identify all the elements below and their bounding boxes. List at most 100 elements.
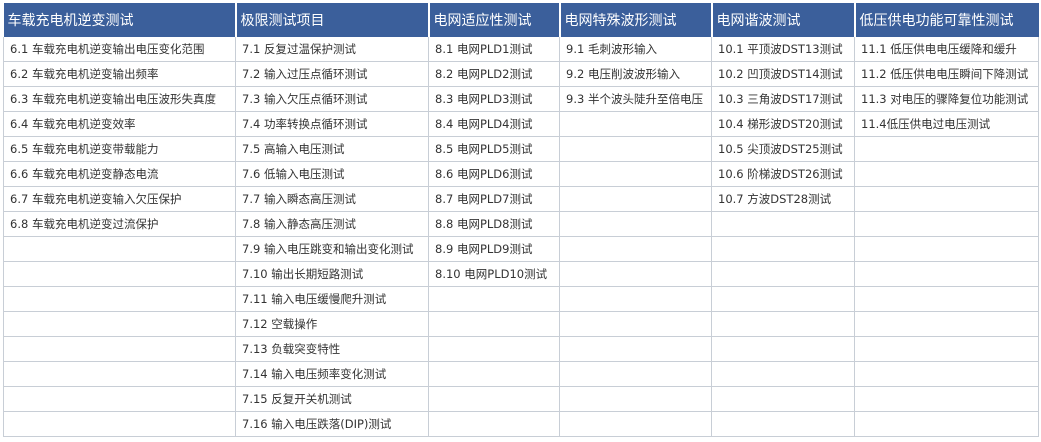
table-cell-col-special-wave [559, 211, 712, 237]
table-cell-col-inverter: 6.4 车载充电机逆变效率 [3, 111, 236, 137]
table-cell-col-harmonic [711, 411, 855, 437]
table-cell-col-low-voltage [854, 411, 1039, 437]
table-cell-col-special-wave: 9.2 电压削波波形输入 [559, 61, 712, 87]
table-cell-col-inverter [3, 411, 236, 437]
table-cell-col-harmonic: 10.4 梯形波DST20测试 [711, 111, 855, 137]
table-cell-col-limit: 7.9 输入电压跳变和输出变化测试 [235, 236, 429, 262]
table-cell-col-special-wave [559, 261, 712, 287]
header-inverter-test: 车载充电机逆变测试 [3, 3, 237, 37]
table-cell-col-limit: 7.14 输入电压频率变化测试 [235, 361, 429, 387]
table-cell-col-inverter [3, 361, 236, 387]
table-cell-col-inverter [3, 261, 236, 287]
table-cell-col-low-voltage: 11.2 低压供电电压瞬间下降测试 [854, 61, 1039, 87]
table-cell-col-harmonic: 10.3 三角波DST17测试 [711, 86, 855, 112]
header-grid-harmonic: 电网谐波测试 [711, 3, 856, 37]
table-row: 6.3 车载充电机逆变输出电压波形失真度 7.3 输入欠压点循环测试 8.3 电网P… [3, 86, 1039, 112]
table-cell-col-inverter [3, 236, 236, 262]
table-cell-col-limit: 7.1 反复过温保护测试 [235, 37, 429, 62]
table-cell-col-limit: 7.10 输出长期短路测试 [235, 261, 429, 287]
table-cell-col-inverter: 6.3 车载充电机逆变输出电压波形失真度 [3, 86, 236, 112]
table-row: 7.11 输入电压缓慢爬升测试 [3, 286, 1039, 312]
table-cell-col-low-voltage: 11.3 对电压的骤降复位功能测试 [854, 86, 1039, 112]
table-row: 7.14 输入电压频率变化测试 [3, 361, 1039, 387]
table-cell-col-harmonic [711, 236, 855, 262]
header-grid-adaptability: 电网适应性测试 [428, 3, 561, 37]
table-cell-col-inverter [3, 336, 236, 362]
table-cell-col-grid-adapt [428, 411, 560, 437]
table-cell-col-grid-adapt: 8.9 电网PLD9测试 [428, 236, 560, 262]
table-cell-col-inverter: 6.1 车载充电机逆变输出电压变化范围 [3, 37, 236, 62]
table-cell-col-special-wave [559, 336, 712, 362]
table-row: 6.6 车载充电机逆变静态电流 7.6 低输入电压测试 8.6 电网PLD6测试 10… [3, 161, 1039, 187]
table-cell-col-low-voltage [854, 211, 1039, 237]
table-row: 7.16 输入电压跌落(DIP)测试 [3, 411, 1039, 437]
table-cell-col-grid-adapt: 8.2 电网PLD2测试 [428, 61, 560, 87]
header-limit-test: 极限测试项目 [235, 3, 430, 37]
table-cell-col-harmonic [711, 311, 855, 337]
table-cell-col-harmonic: 10.6 阶梯波DST26测试 [711, 161, 855, 187]
table-cell-col-grid-adapt: 8.6 电网PLD6测试 [428, 161, 560, 187]
table-cell-col-special-wave [559, 411, 712, 437]
table-cell-col-grid-adapt: 8.3 电网PLD3测试 [428, 86, 560, 112]
table-cell-col-limit: 7.6 低输入电压测试 [235, 161, 429, 187]
table-cell-col-special-wave [559, 361, 712, 387]
table-row: 7.13 负载突变特性 [3, 336, 1039, 362]
table-cell-col-limit: 7.12 空载操作 [235, 311, 429, 337]
table-cell-col-low-voltage [854, 286, 1039, 312]
table-cell-col-limit: 7.3 输入欠压点循环测试 [235, 86, 429, 112]
table-cell-col-harmonic: 10.1 平顶波DST13测试 [711, 37, 855, 62]
table-cell-col-harmonic [711, 211, 855, 237]
table-row: 6.5 车载充电机逆变带载能力 7.5 高输入电压测试 8.5 电网PLD5测试 10… [3, 136, 1039, 162]
table-cell-col-special-wave: 9.3 半个波头陡升至倍电压 [559, 86, 712, 112]
table-cell-col-special-wave: 9.1 毛刺波形输入 [559, 37, 712, 62]
table-cell-col-harmonic: 10.2 凹顶波DST14测试 [711, 61, 855, 87]
table-cell-col-inverter: 6.2 车载充电机逆变输出频率 [3, 61, 236, 87]
header-grid-special-waveform: 电网特殊波形测试 [559, 3, 713, 37]
table-cell-col-special-wave [559, 311, 712, 337]
table-cell-col-inverter [3, 386, 236, 412]
table-cell-col-low-voltage [854, 311, 1039, 337]
table-cell-col-low-voltage [854, 386, 1039, 412]
table-row: 6.2 车载充电机逆变输出频率 7.2 输入过压点循环测试 8.2 电网PLD2测试… [3, 61, 1039, 87]
table-cell-col-grid-adapt [428, 386, 560, 412]
table-cell-col-grid-adapt [428, 336, 560, 362]
table-cell-col-inverter: 6.6 车载充电机逆变静态电流 [3, 161, 236, 187]
table-cell-col-limit: 7.16 输入电压跌落(DIP)测试 [235, 411, 429, 437]
table-cell-col-harmonic: 10.7 方波DST28测试 [711, 186, 855, 212]
table-cell-col-special-wave [559, 386, 712, 412]
table-cell-col-grid-adapt [428, 311, 560, 337]
table-cell-col-limit: 7.5 高输入电压测试 [235, 136, 429, 162]
table-cell-col-special-wave [559, 136, 712, 162]
table-cell-col-low-voltage [854, 361, 1039, 387]
table-cell-col-low-voltage [854, 186, 1039, 212]
table-cell-col-limit: 7.11 输入电压缓慢爬升测试 [235, 286, 429, 312]
table-cell-col-grid-adapt: 8.8 电网PLD8测试 [428, 211, 560, 237]
table-cell-col-grid-adapt: 8.1 电网PLD1测试 [428, 37, 560, 62]
header-row: 车载充电机逆变测试 极限测试项目 电网适应性测试 电网特殊波形测试 电网谐波测试… [3, 3, 1039, 37]
table-cell-col-inverter: 6.5 车载充电机逆变带载能力 [3, 136, 236, 162]
table-cell-col-limit: 7.13 负载突变特性 [235, 336, 429, 362]
table-cell-col-low-voltage [854, 236, 1039, 262]
table-cell-col-grid-adapt: 8.5 电网PLD5测试 [428, 136, 560, 162]
table-cell-col-harmonic [711, 336, 855, 362]
table-cell-col-harmonic: 10.5 尖顶波DST25测试 [711, 136, 855, 162]
header-low-voltage-reliability: 低压供电功能可靠性测试 [854, 3, 1039, 37]
table-cell-col-limit: 7.4 功率转换点循环测试 [235, 111, 429, 137]
test-items-table-container: 车载充电机逆变测试 极限测试项目 电网适应性测试 电网特殊波形测试 电网谐波测试… [0, 0, 1041, 442]
table-cell-col-special-wave [559, 161, 712, 187]
table-cell-col-grid-adapt: 8.4 电网PLD4测试 [428, 111, 560, 137]
table-row: 7.9 输入电压跳变和输出变化测试 8.9 电网PLD9测试 [3, 236, 1039, 262]
table-row: 6.1 车载充电机逆变输出电压变化范围 7.1 反复过温保护测试 8.1 电网PLD… [3, 37, 1039, 62]
table-cell-col-grid-adapt: 8.10 电网PLD10测试 [428, 261, 560, 287]
table-cell-col-inverter [3, 311, 236, 337]
table-cell-col-grid-adapt [428, 286, 560, 312]
table-row: 7.10 输出长期短路测试 8.10 电网PLD10测试 [3, 261, 1039, 287]
table-cell-col-low-voltage: 11.4低压供电过电压测试 [854, 111, 1039, 137]
table-cell-col-harmonic [711, 361, 855, 387]
table-cell-col-special-wave [559, 236, 712, 262]
table-cell-col-low-voltage [854, 161, 1039, 187]
table-cell-col-harmonic [711, 286, 855, 312]
table-row: 6.4 车载充电机逆变效率 7.4 功率转换点循环测试 8.4 电网PLD4测试 10… [3, 111, 1039, 137]
table-row: 7.15 反复开关机测试 [3, 386, 1039, 412]
test-items-table: 车载充电机逆变测试 极限测试项目 电网适应性测试 电网特殊波形测试 电网谐波测试… [3, 3, 1039, 437]
